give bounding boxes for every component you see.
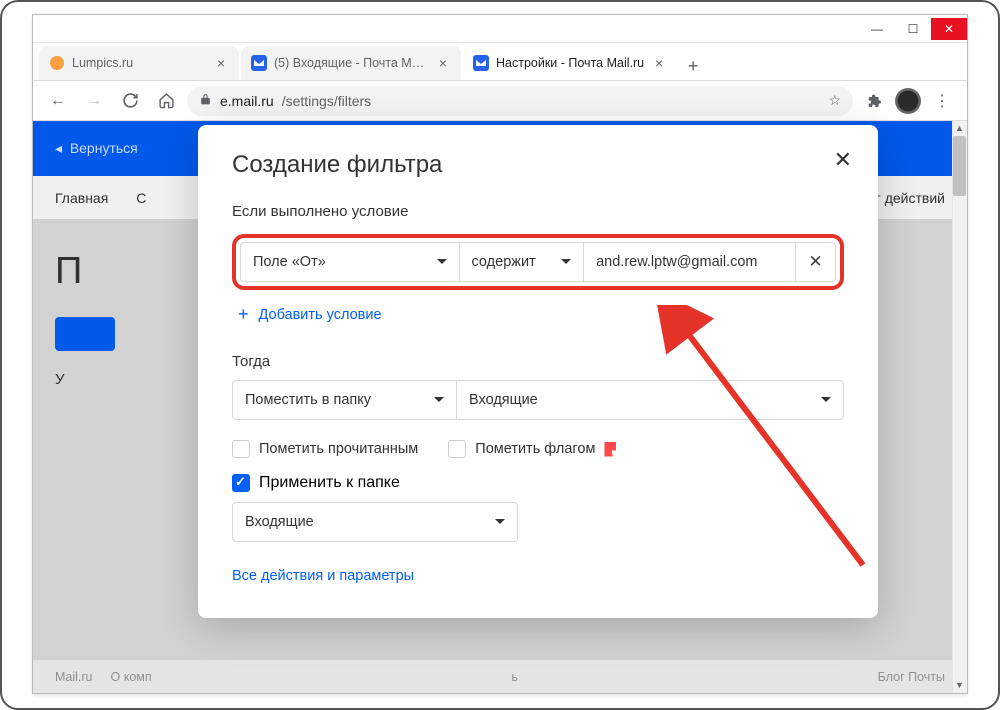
action-row: Поместить в папку Входящие (232, 380, 844, 420)
url-host: e.mail.ru (220, 93, 274, 109)
action-select-value: Поместить в папку (245, 392, 371, 408)
all-actions-link[interactable]: Все действия и параметры (232, 568, 844, 584)
omnibox[interactable]: e.mail.ru/settings/filters ☆ (187, 86, 853, 116)
folder-select[interactable]: Входящие (457, 380, 844, 420)
field-select-value: Поле «От» (253, 254, 326, 270)
flag-icon (604, 442, 616, 457)
checkbox-label: Пометить прочитанным (259, 441, 418, 457)
mark-read-checkbox[interactable]: Пометить прочитанным (232, 440, 418, 458)
tabs-strip: Lumpics.ru × (5) Входящие - Почта Mail.r… (33, 43, 967, 81)
if-condition-label: Если выполнено условие (232, 203, 844, 220)
bookmark-star-icon[interactable]: ☆ (828, 92, 841, 109)
condition-group: Поле «От» содержит ✕ (232, 234, 844, 290)
lock-icon (199, 93, 212, 109)
browser-window: — ☐ ✕ Lumpics.ru × (5) Входящие - Почта … (32, 14, 968, 694)
add-condition-button[interactable]: + Добавить условие (232, 304, 844, 325)
create-filter-modal: Создание фильтра ✕ Если выполнено услови… (198, 125, 878, 618)
tab-title: Lumpics.ru (72, 56, 206, 70)
apply-folder-checkbox[interactable]: Применить к папке (232, 474, 844, 492)
folder-select-value: Входящие (469, 392, 538, 408)
device-frame: — ☐ ✕ Lumpics.ru × (5) Входящие - Почта … (0, 0, 1000, 710)
operator-select-value: содержит (472, 254, 536, 270)
close-tab-icon[interactable]: × (435, 55, 451, 71)
reload-button[interactable] (115, 86, 145, 116)
tab-lumpics[interactable]: Lumpics.ru × (39, 46, 239, 80)
close-window-button[interactable]: ✕ (931, 18, 967, 40)
apply-folder-select[interactable]: Входящие (232, 502, 518, 542)
condition-row-highlight: Поле «От» содержит ✕ (232, 234, 844, 290)
field-select[interactable]: Поле «От» (240, 242, 460, 282)
close-tab-icon[interactable]: × (213, 55, 229, 71)
maximize-button[interactable]: ☐ (895, 18, 931, 40)
close-modal-button[interactable]: ✕ (834, 147, 852, 173)
mailru-favicon-icon (473, 55, 489, 71)
home-button[interactable] (151, 86, 181, 116)
scroll-down-icon[interactable]: ▼ (954, 680, 965, 691)
condition-value-input[interactable] (584, 242, 796, 282)
window-controls: — ☐ ✕ (859, 18, 967, 40)
plus-icon: + (238, 304, 249, 325)
scrollbar[interactable]: ▲ ▼ (952, 121, 967, 693)
scroll-up-icon[interactable]: ▲ (954, 123, 965, 134)
forward-button[interactable]: → (79, 86, 109, 116)
checkbox-icon (232, 440, 250, 458)
url-path: /settings/filters (282, 93, 371, 109)
remove-condition-button[interactable]: ✕ (796, 242, 836, 282)
window-titlebar: — ☐ ✕ (33, 15, 967, 43)
chevron-down-icon (495, 519, 505, 529)
apply-folder-row: Применить к папке Входящие (232, 474, 844, 542)
apply-folder-value: Входящие (245, 514, 314, 530)
minimize-button[interactable]: — (859, 18, 895, 40)
close-tab-icon[interactable]: × (651, 55, 667, 71)
checkbox-row: Пометить прочитанным Пометить флагом (232, 440, 844, 458)
tab-settings[interactable]: Настройки - Почта Mail.ru × (463, 46, 677, 80)
mark-flag-checkbox[interactable]: Пометить флагом (448, 440, 616, 458)
chevron-down-icon (561, 259, 571, 269)
checkbox-label: Применить к папке (259, 474, 400, 492)
new-tab-button[interactable]: + (679, 52, 707, 80)
chevron-down-icon (821, 397, 831, 407)
tab-title: Настройки - Почта Mail.ru (496, 56, 644, 70)
scrollbar-thumb[interactable] (953, 136, 966, 196)
then-label: Тогда (232, 353, 844, 370)
checkbox-icon (448, 440, 466, 458)
extensions-button[interactable] (859, 86, 889, 116)
profile-avatar[interactable] (895, 88, 921, 114)
apply-folder-select-wrap: Входящие (232, 502, 518, 542)
checkbox-checked-icon (232, 474, 250, 492)
tab-title: (5) Входящие - Почта Mail.ru (274, 56, 428, 70)
lumpics-favicon-icon (49, 55, 65, 71)
tab-inbox[interactable]: (5) Входящие - Почта Mail.ru × (241, 46, 461, 80)
chrome-menu-button[interactable]: ⋮ (927, 86, 957, 116)
back-button[interactable]: ← (43, 86, 73, 116)
operator-select[interactable]: содержит (460, 242, 585, 282)
action-select[interactable]: Поместить в папку (232, 380, 457, 420)
chevron-down-icon (434, 397, 444, 407)
mailru-favicon-icon (251, 55, 267, 71)
address-bar: ← → e.mail.ru/settings/filters ☆ ⋮ (33, 81, 967, 121)
checkbox-label: Пометить флагом (475, 441, 595, 457)
add-condition-label: Добавить условие (259, 307, 382, 323)
chevron-down-icon (437, 259, 447, 269)
modal-title: Создание фильтра (232, 151, 844, 179)
